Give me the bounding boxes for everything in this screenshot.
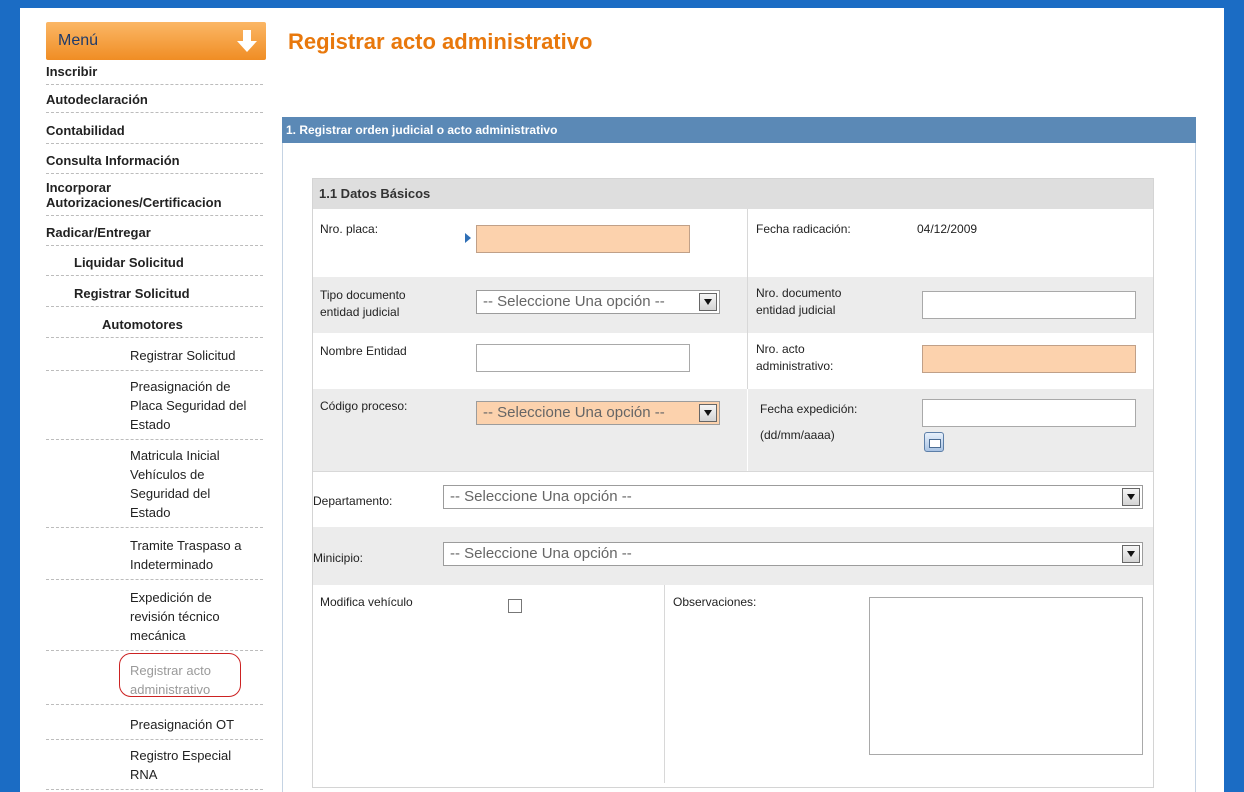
codigo-proceso-value: -- Seleccione Una opción -- [483,404,665,421]
fecha-expedicion-label: Fecha expedición: [760,402,858,416]
datos-basicos-panel: 1.1 Datos Básicos Nro. placa: Fecha radi… [312,178,1154,788]
section-header: 1. Registrar orden judicial o acto admin… [282,117,1196,143]
column-divider [747,333,748,389]
active-highlight [119,653,241,697]
nombre-entidad-label: Nombre Entidad [320,344,407,358]
form-row: Código proceso: -- Seleccione Una opción… [313,389,1153,471]
form-row: Nombre Entidad Nro. acto administrativo: [313,333,1153,389]
nav-subitem-label: Expedición de revisión técnico mecánica [130,590,220,643]
tipo-documento-label: Tipo documento entidad judicial [320,288,406,319]
form-row: Minicipio: -- Seleccione Una opción -- [313,527,1153,585]
section-body: 1.1 Datos Básicos Nro. placa: Fecha radi… [282,143,1196,792]
nav-item-incorporar-autorizaciones[interactable]: Incorporar Autorizaciones/Certificacion [46,174,263,216]
nro-acto-label: Nro. acto administrativo: [756,342,834,373]
field-marker-icon [465,233,471,243]
nav-subitem-registro-especial-rna[interactable]: Registro Especial RNA [46,740,263,790]
nav-subitem-preasignacion-placa[interactable]: Preasignación de Placa Seguridad del Est… [46,371,263,440]
nav-subitem-registrar-solicitud[interactable]: Registrar Solicitud [46,338,263,371]
calendar-icon[interactable] [924,432,944,452]
column-divider [747,209,748,277]
observaciones-label: Observaciones: [673,595,757,609]
nav-subitem-expedicion-revision[interactable]: Expedición de revisión técnico mecánica [46,580,263,651]
form-row: Tipo documento entidad judicial -- Selec… [313,277,1153,333]
nro-acto-input[interactable] [922,345,1136,373]
nav-item-registrar-solicitud[interactable]: Registrar Solicitud [46,276,263,307]
modifica-vehiculo-label: Modifica vehículo [320,595,413,609]
departamento-select[interactable]: -- Seleccione Una opción -- [443,485,1143,509]
departamento-label: Departamento: [313,494,393,508]
nav-subitem-label: Registrar Solicitud [130,348,236,363]
column-divider [747,277,748,333]
fecha-radicacion-label: Fecha radicación: [756,222,851,236]
observaciones-textarea[interactable] [869,597,1143,755]
form-row: Departamento: -- Seleccione Una opción -… [313,471,1153,527]
nav-subitem-matricula-inicial[interactable]: Matricula Inicial Vehículos de Seguridad… [46,440,263,528]
nav-subitem-preasignacion-ot[interactable]: Preasignación OT [46,705,263,740]
modifica-vehiculo-checkbox[interactable] [508,599,522,613]
nav-item-automotores[interactable]: Automotores [46,307,263,338]
nro-documento-label: Nro. documento entidad judicial [756,286,842,317]
nav-item-radicar-entregar[interactable]: Radicar/Entregar [46,216,263,246]
municipio-label: Minicipio: [313,551,364,565]
sidebar-nav: Inscribir Autodeclaración Contabilidad C… [46,60,266,790]
nombre-entidad-input[interactable] [476,344,690,372]
nav-subitem-label: Preasignación de Placa Seguridad del Est… [130,379,247,432]
nav-item-liquidar-solicitud[interactable]: Liquidar Solicitud [46,246,263,276]
main-content: Registrar acto administrativo 1. Registr… [282,22,1196,792]
column-divider [747,389,748,471]
nav-subitem-label: Matricula Inicial Vehículos de Seguridad… [130,448,220,520]
nro-placa-label: Nro. placa: [320,222,379,236]
nav-item-consulta-informacion[interactable]: Consulta Información [46,144,263,174]
nav-subitem-tramite-traspaso[interactable]: Tramite Traspaso a Indeterminado [46,528,263,580]
column-divider [664,585,665,783]
dropdown-arrow-icon[interactable] [699,404,717,422]
dropdown-arrow-icon[interactable] [699,293,717,311]
page-title: Registrar acto administrativo [288,29,593,54]
nav-item-autodeclaracion[interactable]: Autodeclaración [46,85,263,113]
arrow-down-icon [234,28,260,54]
nav-item-inscribir[interactable]: Inscribir [46,60,263,85]
nav-subitem-label: Preasignación OT [130,717,235,732]
municipio-select[interactable]: -- Seleccione Una opción -- [443,542,1143,566]
fecha-expedicion-format: (dd/mm/aaaa) [760,428,835,442]
menu-header[interactable]: Menú [46,22,266,60]
dropdown-arrow-icon[interactable] [1122,488,1140,506]
menu-title: Menú [58,32,99,49]
fecha-radicacion-value: 04/12/2009 [917,222,978,236]
tipo-documento-value: -- Seleccione Una opción -- [483,293,665,310]
fecha-expedicion-input[interactable] [922,399,1136,427]
panel-title: 1.1 Datos Básicos [313,179,1153,209]
form-row: Nro. placa: Fecha radicación: 04/12/2009 [313,209,1153,277]
departamento-value: -- Seleccione Una opción -- [450,488,632,505]
nro-documento-input[interactable] [922,291,1136,319]
nro-placa-input[interactable] [476,225,690,253]
dropdown-arrow-icon[interactable] [1122,545,1140,563]
codigo-proceso-select[interactable]: -- Seleccione Una opción -- [476,401,720,425]
nav-subitem-label: Tramite Traspaso a Indeterminado [130,538,242,572]
municipio-value: -- Seleccione Una opción -- [450,545,632,562]
form-row: Modifica vehículo Observaciones: [313,585,1153,783]
nav-item-contabilidad[interactable]: Contabilidad [46,113,263,144]
nav-subitem-label: Registro Especial RNA [130,748,232,782]
sidebar: Menú Inscribir Autodeclaración Contabili… [46,22,266,790]
codigo-proceso-label: Código proceso: [320,399,408,413]
nav-subitem-registrar-acto-active[interactable]: Registrar acto administrativo [46,651,263,705]
tipo-documento-select[interactable]: -- Seleccione Una opción -- [476,290,720,314]
